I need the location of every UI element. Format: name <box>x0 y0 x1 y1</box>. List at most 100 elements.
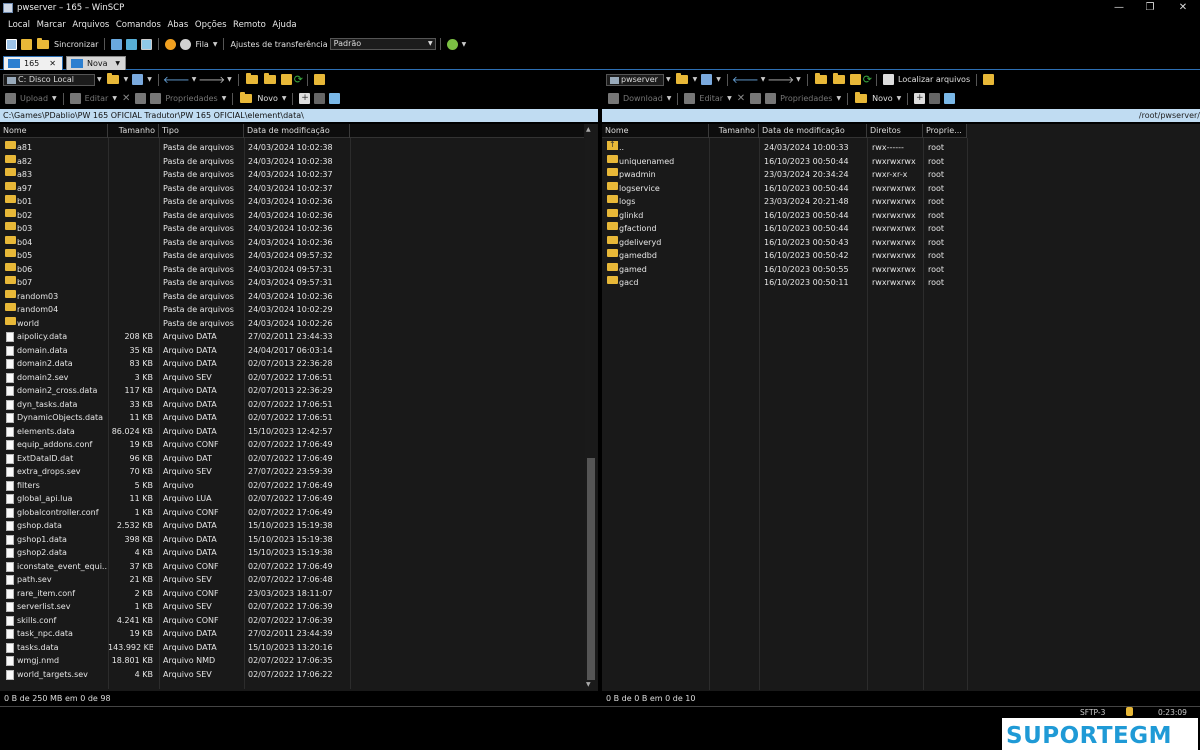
minimize-button[interactable]: — <box>1111 1 1127 15</box>
table-row[interactable]: gfactiond 16/10/2023 00:50:44 rwxrwxrwx roo… <box>602 222 1200 236</box>
table-row[interactable]: b01 Pasta de arquivos 24/03/2024 10:02:36 <box>0 195 584 209</box>
maximize-button[interactable]: ❐ <box>1142 1 1158 15</box>
find-files-button[interactable]: Localizar arquivos <box>898 75 970 84</box>
table-row[interactable]: b04 Pasta de arquivos 24/03/2024 10:02:36 <box>0 235 584 250</box>
new-button[interactable]: Novo <box>257 94 278 103</box>
synchronize-button[interactable]: Sincronizar <box>54 40 98 49</box>
table-row[interactable]: .. 24/03/2024 10:00:33 rwx------ root <box>602 141 1200 155</box>
queue-button[interactable]: Fila <box>195 40 208 49</box>
properties-button[interactable]: Propriedades <box>165 94 217 103</box>
rename-icon[interactable] <box>135 93 147 104</box>
download-icon[interactable] <box>608 93 619 104</box>
column-size[interactable]: Tamanho <box>108 124 159 138</box>
column-size[interactable]: Tamanho <box>709 124 759 138</box>
table-row[interactable]: a83 Pasta de arquivos 24/03/2024 10:02:37 <box>0 168 584 182</box>
deselect-icon[interactable] <box>314 93 326 104</box>
menu-arquivos[interactable]: Arquivos <box>70 17 111 34</box>
column-name[interactable]: Nome <box>0 124 108 138</box>
chevron-down-icon[interactable]: ▼ <box>796 76 801 83</box>
select-all-icon[interactable]: + <box>914 93 926 104</box>
table-row[interactable]: gamed 16/10/2023 00:50:55 rwxrwxrwx root <box>602 262 1200 277</box>
left-path-bar[interactable]: C:\Games\PDablio\PW 165 OFICIAL Tradutor… <box>0 109 598 122</box>
chevron-down-icon[interactable]: ▼ <box>52 95 57 102</box>
chevron-down-icon[interactable]: ▼ <box>147 76 152 83</box>
properties-icon[interactable] <box>150 93 162 104</box>
properties-icon[interactable] <box>765 93 777 104</box>
open-folder-icon[interactable] <box>106 73 119 84</box>
table-row[interactable]: rare_item.conf 2 KB Arquivo CONF 23/03/2023… <box>0 587 584 601</box>
filter-select-icon[interactable] <box>944 93 956 104</box>
table-row[interactable]: domain2.sev 3 KB Arquivo SEV 02/07/2022 17:… <box>0 371 584 385</box>
table-row[interactable]: task_npc.data 19 KB Arquivo DATA 27/02/2011… <box>0 627 584 641</box>
filter-select-icon[interactable] <box>329 93 341 104</box>
table-row[interactable]: gshop.data 2.532 KB Arquivo DATA 15/10/2023… <box>0 519 584 533</box>
queue-icon[interactable] <box>180 38 192 50</box>
table-row[interactable]: b05 Pasta de arquivos 24/03/2024 09:57:32 <box>0 249 584 263</box>
column-type[interactable]: Tipo <box>159 124 244 138</box>
table-row[interactable]: ExtDataID.dat 96 KB Arquivo DAT 02/07/2022 … <box>0 452 584 466</box>
upload-icon[interactable] <box>5 93 16 104</box>
table-row[interactable]: skills.conf 4.241 KB Arquivo CONF 02/07/202… <box>0 614 584 628</box>
refresh-icon[interactable]: ⟳ <box>863 73 872 86</box>
session-select[interactable]: pwserver <box>606 73 664 86</box>
left-scrollbar[interactable]: ▲ ▼ <box>585 124 597 690</box>
table-row[interactable]: logservice 16/10/2023 00:50:44 rwxrwxrwx ro… <box>602 181 1200 196</box>
root-directory-icon[interactable] <box>263 73 276 84</box>
chevron-down-icon[interactable]: ▼ <box>192 76 197 83</box>
table-row[interactable]: a81 Pasta de arquivos 24/03/2024 10:02:38 <box>0 141 584 155</box>
table-row[interactable]: logs 23/03/2024 20:21:48 rwxrwxrwx root <box>602 195 1200 209</box>
edit-button[interactable]: Editar <box>85 94 109 103</box>
table-row[interactable]: globalcontroller.conf 1 KB Arquivo CONF 02/… <box>0 506 584 520</box>
table-row[interactable]: domain2.data 83 KB Arquivo DATA 02/07/2013 … <box>0 357 584 371</box>
menu-local[interactable]: Local <box>6 17 32 34</box>
transfer-settings-select[interactable]: Padrão ▼ <box>329 38 436 50</box>
table-row[interactable]: a97 Pasta de arquivos 24/03/2024 10:02:37 <box>0 181 584 196</box>
table-row[interactable]: gshop2.data 4 KB Arquivo DATA 15/10/2023 15… <box>0 546 584 560</box>
table-row[interactable]: uniquenamed 16/10/2023 00:50:44 rwxrwxrwx r… <box>602 154 1200 169</box>
home-icon[interactable] <box>849 74 861 85</box>
table-row[interactable]: b02 Pasta de arquivos 24/03/2024 10:02:36 <box>0 208 584 223</box>
new-button[interactable]: Novo <box>872 94 893 103</box>
table-row[interactable]: gacd 16/10/2023 00:50:11 rwxrwxrwx root <box>602 276 1200 290</box>
table-row[interactable]: a82 Pasta de arquivos 24/03/2024 10:02:38 <box>0 154 584 169</box>
table-row[interactable]: serverlist.sev 1 KB Arquivo SEV 02/07/2022 … <box>0 600 584 614</box>
table-row[interactable]: elements.data 86.024 KB Arquivo DATA 15/10/… <box>0 425 584 439</box>
table-row[interactable]: gdeliveryd 16/10/2023 00:50:43 rwxrwxrwx ro… <box>602 235 1200 250</box>
sync-browse-icon[interactable] <box>983 74 995 85</box>
chevron-down-icon[interactable]: ▼ <box>836 95 841 102</box>
table-row[interactable]: world_targets.sev 4 KB Arquivo SEV 02/07/20… <box>0 668 584 682</box>
delete-icon[interactable]: ✕ <box>122 93 130 104</box>
table-row[interactable]: domain.data 35 KB Arquivo DATA 24/04/2017 0… <box>0 344 584 358</box>
table-row[interactable]: extra_drops.sev 70 KB Arquivo SEV 27/07/202… <box>0 465 584 479</box>
home-icon[interactable] <box>280 74 292 85</box>
chevron-down-icon[interactable]: ▼ <box>227 76 232 83</box>
properties-button[interactable]: Propriedades <box>780 94 832 103</box>
table-row[interactable]: iconstate_event_equi... 37 KB Arquivo CONF… <box>0 560 584 574</box>
forward-icon[interactable]: 🡒 <box>767 74 794 86</box>
chevron-down-icon[interactable]: ▼ <box>666 76 671 83</box>
table-row[interactable]: tasks.data 143.992 KB Arquivo DATA 15/10/20… <box>0 641 584 655</box>
parent-directory-icon[interactable] <box>245 73 258 84</box>
close-tab-icon[interactable]: ✕ <box>49 57 56 70</box>
table-row[interactable]: global_api.lua 11 KB Arquivo LUA 02/07/2022… <box>0 492 584 506</box>
chevron-down-icon[interactable]: ▼ <box>115 57 120 70</box>
chevron-down-icon[interactable]: ▼ <box>727 95 732 102</box>
chevron-down-icon[interactable]: ▼ <box>124 76 129 83</box>
delete-icon[interactable]: ✕ <box>737 93 745 104</box>
menu-ajuda[interactable]: Ajuda <box>270 17 298 34</box>
drive-select[interactable]: C: Disco Local <box>3 73 95 86</box>
chevron-down-icon[interactable]: ▼ <box>282 95 287 102</box>
table-row[interactable]: equip_addons.conf 19 KB Arquivo CONF 02/07/… <box>0 438 584 452</box>
column-date[interactable]: Data de modificação <box>759 124 867 138</box>
open-folder-icon[interactable] <box>675 73 688 84</box>
menu-comandos[interactable]: Comandos <box>114 17 163 34</box>
table-row[interactable]: wmgj.nmd 18.801 KB Arquivo NMD 02/07/2022 1… <box>0 654 584 668</box>
compare-directories-icon[interactable] <box>6 38 17 50</box>
table-row[interactable]: b03 Pasta de arquivos 24/03/2024 10:02:36 <box>0 222 584 236</box>
chevron-down-icon[interactable]: ▼ <box>693 76 698 83</box>
table-row[interactable]: random03 Pasta de arquivos 24/03/2024 10:0… <box>0 289 584 304</box>
column-name[interactable]: Nome <box>602 124 709 138</box>
root-directory-icon[interactable] <box>832 73 845 84</box>
right-path-bar[interactable]: /root/pwserver/ <box>602 109 1200 122</box>
download-button[interactable]: Download <box>623 94 663 103</box>
